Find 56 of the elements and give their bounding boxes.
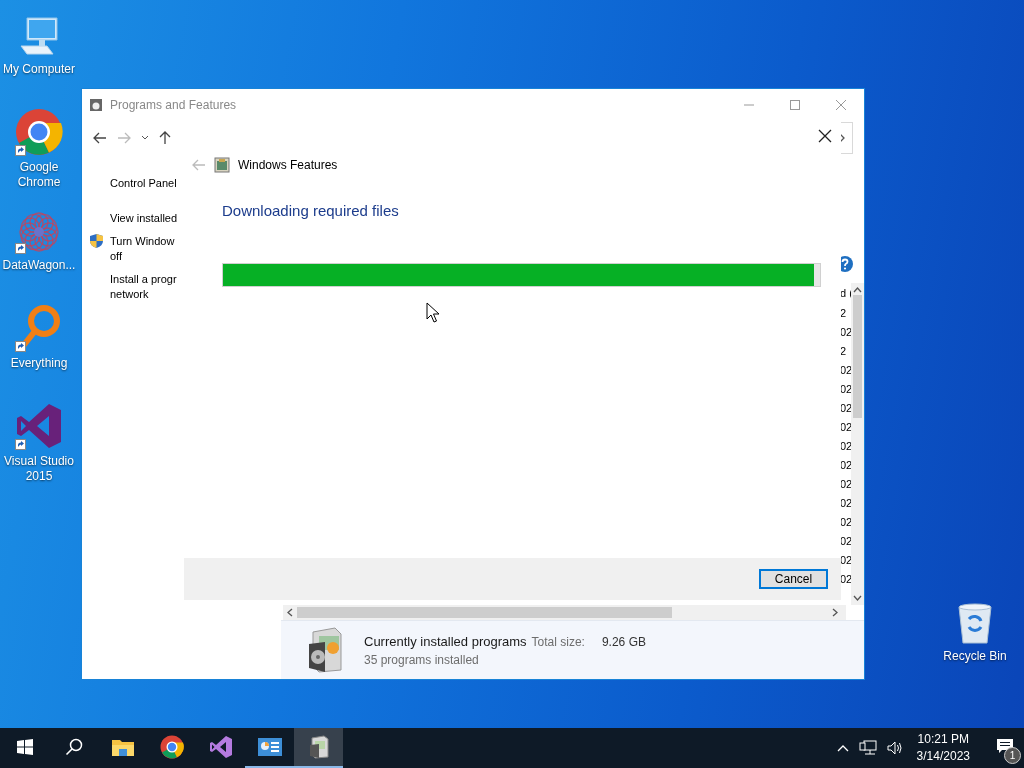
chrome-icon[interactable] <box>159 735 184 759</box>
scroll-left-icon[interactable] <box>287 608 293 617</box>
flower-pattern-icon <box>17 210 61 254</box>
window-title: Programs and Features <box>110 97 238 112</box>
dialog-title: Windows Features <box>238 158 338 172</box>
network-icon[interactable] <box>858 740 877 756</box>
shield-icon <box>89 233 104 249</box>
folder-icon[interactable] <box>111 738 134 756</box>
speaker-icon[interactable] <box>886 740 903 756</box>
chevron-down-icon[interactable] <box>141 134 149 141</box>
mouse-cursor-icon <box>426 302 440 323</box>
scrollbar-thumb[interactable] <box>297 607 672 618</box>
maximize-icon[interactable] <box>789 98 801 111</box>
scroll-up-icon[interactable] <box>853 287 862 293</box>
shortcut-arrow-icon <box>15 439 26 450</box>
chrome-icon <box>15 108 63 156</box>
recycle-bin-icon[interactable] <box>955 601 995 645</box>
scroll-down-icon[interactable] <box>853 595 862 601</box>
task-link[interactable]: Install a progr network <box>110 272 177 302</box>
task-link[interactable]: Turn Window off <box>110 234 175 264</box>
shortcut-arrow-icon <box>15 243 26 254</box>
app-icon <box>89 97 103 112</box>
details-title: Currently installed programs <box>364 633 527 649</box>
chevron-up-icon[interactable] <box>836 744 849 752</box>
up-arrow-icon[interactable] <box>159 130 171 145</box>
status-heading: Downloading required files <box>222 202 400 219</box>
shortcut-arrow-icon <box>15 145 26 156</box>
task-link[interactable]: View installed <box>110 211 178 226</box>
desktop-icon-label[interactable]: DataWagon... <box>0 258 78 273</box>
cancel-button[interactable]: Cancel <box>759 569 828 589</box>
back-arrow-icon[interactable] <box>93 131 107 144</box>
control-panel-link[interactable]: Control Panel <box>110 176 177 191</box>
search-icon[interactable] <box>64 738 83 756</box>
desktop-icon-label[interactable]: Everything <box>0 356 78 371</box>
notification-badge: 1 <box>1004 747 1021 764</box>
total-size-label: Total size: <box>531 634 585 649</box>
desktop-icon-label[interactable]: Google Chrome <box>0 160 78 190</box>
table-cell-text: 2 <box>840 306 848 319</box>
clock[interactable]: 10:21 PM 3/14/2023 <box>916 731 970 765</box>
visual-studio-icon[interactable] <box>208 735 233 759</box>
total-size-value: 9.26 GB <box>601 634 646 649</box>
program-count: 35 programs installed <box>364 652 480 667</box>
desktop-icon-label[interactable]: Recycle Bin <box>943 649 1007 663</box>
visual-studio-icon <box>15 402 63 450</box>
desktop-icon-label[interactable]: Visual Studio 2015 <box>0 454 78 484</box>
scroll-right-icon[interactable] <box>832 608 838 617</box>
windows-features-icon <box>214 157 230 173</box>
control-panel-icon[interactable] <box>257 738 282 756</box>
close-icon[interactable] <box>818 129 832 143</box>
scrollbar-thumb[interactable] <box>853 295 862 418</box>
shortcut-arrow-icon <box>15 341 26 352</box>
programs-icon[interactable] <box>308 735 329 759</box>
table-cell-text: 2 <box>840 344 848 357</box>
computer-icon <box>17 14 61 58</box>
windows-logo-icon[interactable] <box>16 739 33 755</box>
desktop-icon-label[interactable]: My Computer <box>0 62 78 77</box>
